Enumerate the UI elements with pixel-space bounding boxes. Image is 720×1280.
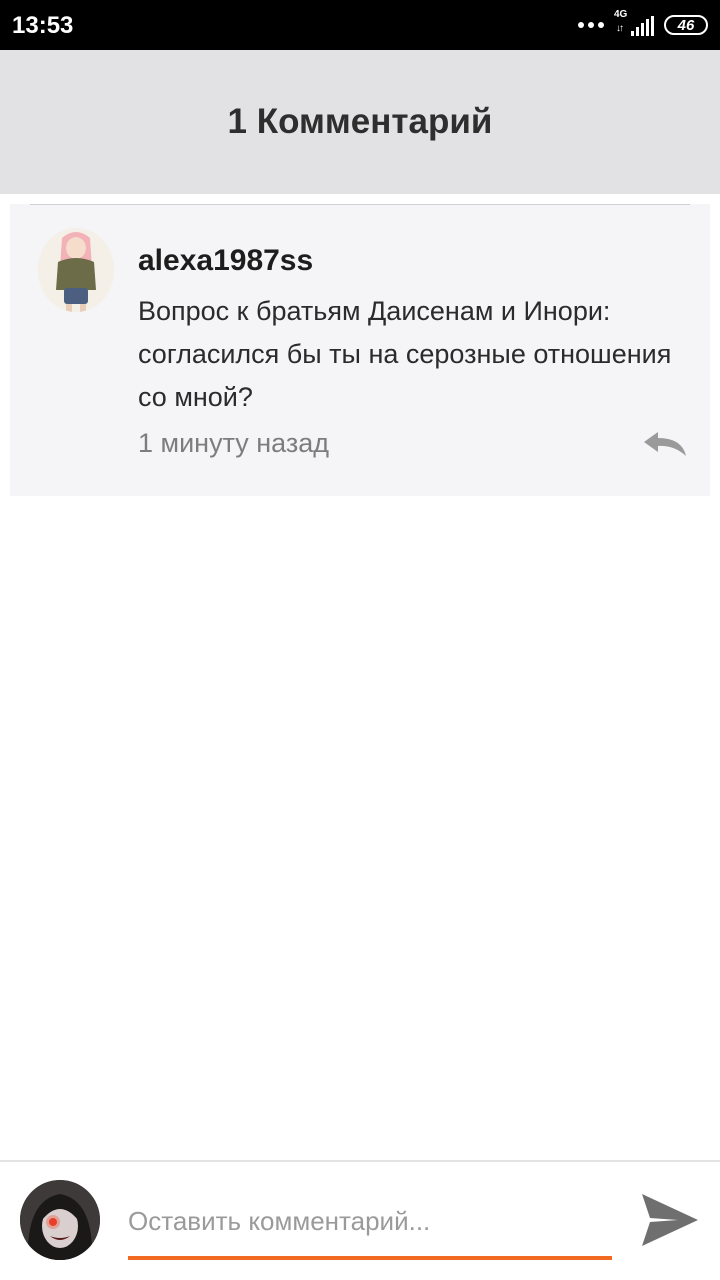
send-icon [642, 1194, 698, 1246]
page-title: 1 Комментарий [227, 102, 493, 141]
signal-indicator: 4G ↓↑ [614, 9, 654, 38]
data-arrows-icon: ↓↑ [616, 23, 624, 34]
input-underline [128, 1256, 612, 1260]
network-type-label: 4G [614, 9, 628, 20]
comment-author-avatar[interactable] [38, 228, 114, 312]
comment-text: Вопрос к братьям Даисенам и Инори: согла… [138, 296, 672, 412]
comment-input[interactable] [128, 1196, 612, 1246]
dots-icon [578, 22, 604, 28]
dark-character-avatar [20, 1180, 100, 1260]
title-bar: 1 Комментарий [0, 50, 720, 194]
divider [30, 204, 690, 205]
battery-icon: 46 [664, 15, 708, 35]
status-time: 13:53 [12, 12, 74, 39]
send-button[interactable] [640, 1192, 700, 1248]
user-avatar[interactable] [20, 1180, 100, 1260]
battery-level: 46 [677, 16, 695, 34]
reply-icon[interactable] [642, 428, 688, 458]
anime-girl-avatar [38, 228, 114, 312]
comment-author[interactable]: alexa1987ss [138, 244, 313, 278]
composer-divider [0, 1160, 720, 1162]
status-bar: 13:53 4G ↓↑ 46 [0, 0, 720, 50]
status-icons: 4G ↓↑ 46 [578, 9, 708, 40]
comment-item[interactable]: alexa1987ss Вопрос к братьям Даисенам и … [10, 204, 710, 496]
comment-timestamp: 1 минуту назад [138, 428, 330, 458]
signal-bars-icon [631, 16, 654, 36]
